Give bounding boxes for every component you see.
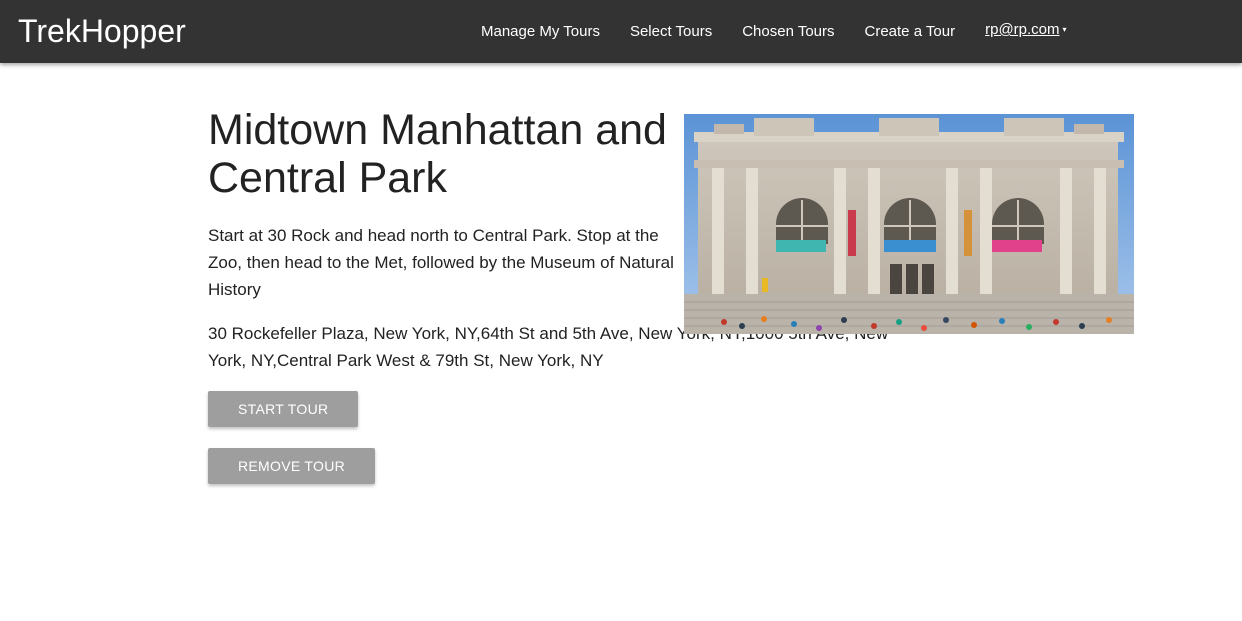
remove-tour-button[interactable]: REMOVE TOUR xyxy=(208,448,376,484)
nav-links: Manage My Tours Select Tours Chosen Tour… xyxy=(466,0,1082,63)
user-menu-dropdown[interactable]: rp@rp.com ▾ xyxy=(970,21,1081,38)
top-navbar: TrekHopper Manage My Tours Select Tours … xyxy=(0,0,1242,63)
user-email: rp@rp.com xyxy=(985,21,1060,38)
nav-select-tours[interactable]: Select Tours xyxy=(615,23,727,40)
brand-logo-link[interactable]: TrekHopper xyxy=(18,12,186,50)
tour-description: Start at 30 Rock and head north to Centr… xyxy=(208,226,674,299)
nav-manage-my-tours[interactable]: Manage My Tours xyxy=(466,23,615,40)
tour-photo xyxy=(684,114,1134,334)
nav-create-a-tour[interactable]: Create a Tour xyxy=(850,23,971,40)
start-tour-button[interactable]: START TOUR xyxy=(208,391,359,427)
nav-chosen-tours[interactable]: Chosen Tours xyxy=(727,23,849,40)
tour-title: Midtown Manhattan and Central Park xyxy=(208,106,667,202)
caret-down-icon: ▾ xyxy=(1062,25,1067,34)
